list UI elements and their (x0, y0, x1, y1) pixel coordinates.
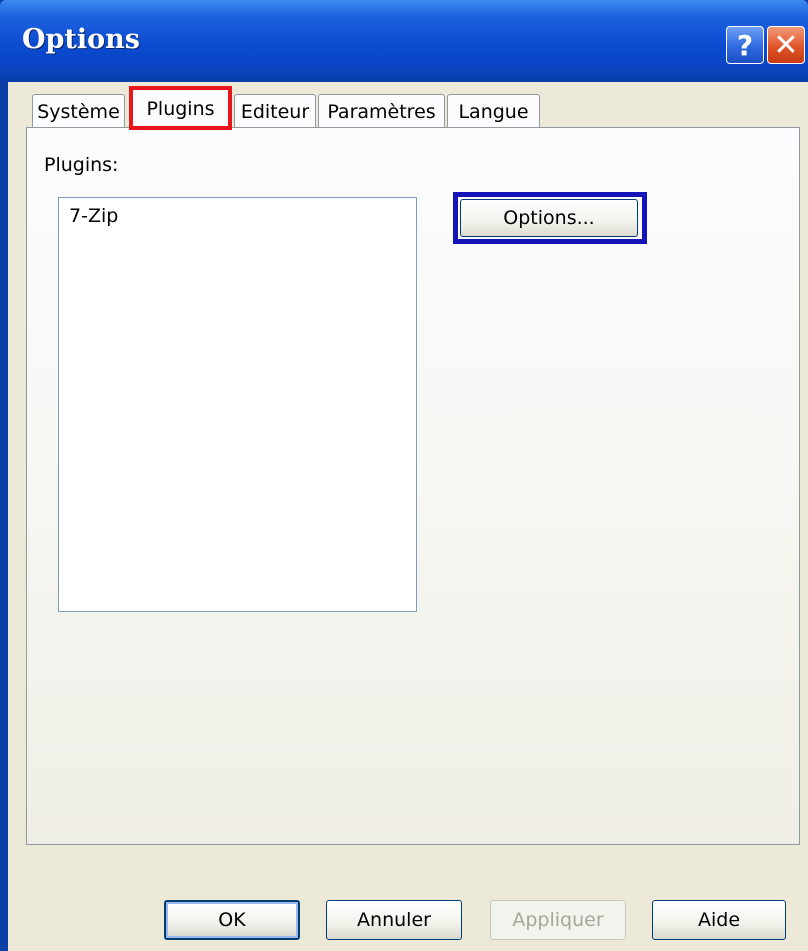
window-title: Options (22, 24, 140, 55)
tab-langue[interactable]: Langue (447, 94, 540, 128)
tab-systeme[interactable]: Système (32, 94, 125, 128)
tab-label: Paramètres (327, 100, 436, 123)
tab-plugins-highlight (129, 86, 232, 130)
help-button[interactable]: Aide (652, 900, 786, 940)
list-item[interactable]: 7-Zip (69, 205, 118, 227)
plugin-options-highlight (453, 192, 647, 244)
title-bar[interactable]: Options ? ✕ (0, 0, 808, 82)
help-icon[interactable]: ? (726, 26, 764, 64)
apply-button[interactable]: Appliquer (490, 900, 626, 940)
dialog-client-area: Système Plugins Editeur Paramètres Langu… (8, 82, 808, 951)
cancel-button[interactable]: Annuler (326, 900, 462, 940)
tab-label: Langue (458, 100, 529, 123)
options-dialog: Options ? ✕ Système Plugins Editeur Para… (0, 0, 808, 951)
close-icon[interactable]: ✕ (767, 26, 805, 64)
plugins-label: Plugins: (44, 154, 119, 176)
ok-button[interactable]: OK (164, 900, 300, 940)
tab-label: Système (37, 100, 120, 123)
tab-parametres[interactable]: Paramètres (318, 94, 445, 128)
tab-label: Editeur (240, 100, 310, 123)
tab-editeur[interactable]: Editeur (234, 94, 316, 128)
plugins-listbox[interactable]: 7-Zip (58, 197, 417, 612)
